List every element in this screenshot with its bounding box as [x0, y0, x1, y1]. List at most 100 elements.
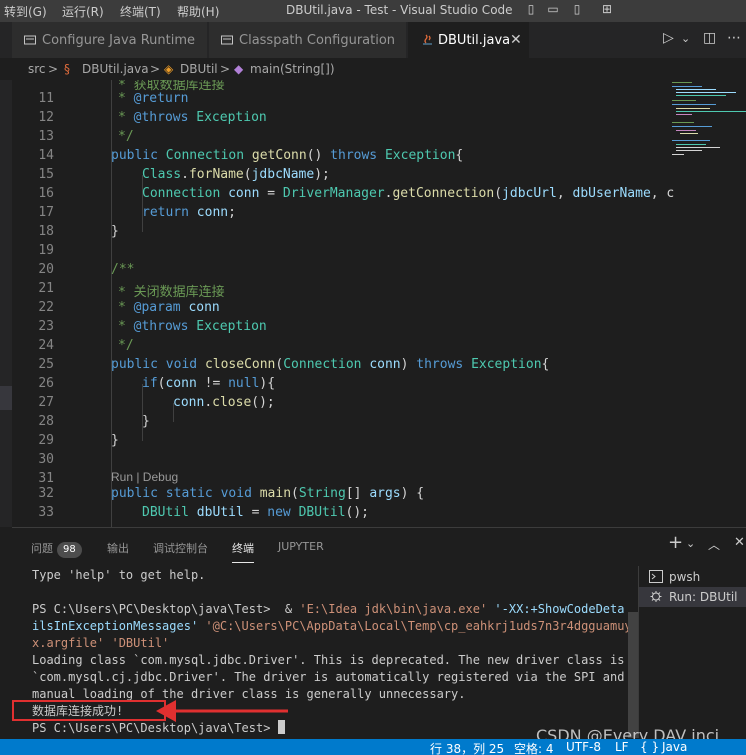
breadcrumb: src > § DBUtil.java > ◈ DBUtil > ◆ main(… — [0, 58, 746, 80]
chevron-right-icon: > — [48, 62, 59, 76]
terminal-line: Type 'help' to get help. — [32, 568, 206, 582]
terminal-item-run-dbutil[interactable]: Run: DBUtil — [639, 587, 746, 607]
minimap-line — [676, 150, 702, 151]
toggle-secondary-icon[interactable]: ▯ — [570, 2, 584, 16]
line-number: 17 — [38, 205, 54, 220]
minimap-line — [676, 114, 692, 115]
indent-guide — [142, 384, 143, 441]
menu-goto[interactable]: 转到(G) — [4, 3, 47, 20]
toggle-sidebar-icon[interactable]: ▯ — [524, 2, 538, 16]
tab-label: DBUtil.java — [438, 33, 511, 48]
cursor-position[interactable]: 行 38，列 25 — [430, 740, 504, 755]
code-line-18: return conn; — [142, 205, 236, 220]
code-line-29: } — [142, 414, 150, 429]
line-number: 22 — [38, 300, 54, 315]
breadcrumb-item-method[interactable]: main(String[]) — [250, 62, 335, 76]
minimap-line — [676, 89, 716, 90]
chevron-up-icon[interactable]: ︿ — [708, 536, 720, 553]
breadcrumb-item-class[interactable]: DBUtil — [180, 62, 218, 76]
problems-count-badge: 98 — [57, 542, 82, 558]
minimap-line — [676, 92, 736, 93]
menu-run[interactable]: 运行(R) — [62, 3, 104, 20]
terminal-list: pwsh Run: DBUtil — [638, 566, 746, 738]
tab-classpath-configuration[interactable]: Classpath Configuration — [209, 22, 407, 58]
terminal-line: Loading class `com.mysql.jdbc.Driver'. T… — [32, 653, 625, 667]
split-editor-icon[interactable]: ◫ — [703, 30, 716, 46]
terminal-item-label: pwsh — [669, 570, 701, 584]
add-terminal-icon[interactable]: + — [668, 532, 683, 553]
chevron-down-icon[interactable]: ⌄ — [686, 537, 695, 550]
more-icon[interactable]: ⋯ — [727, 30, 741, 46]
debug-gear-icon — [650, 591, 662, 602]
annotation-arrow-icon — [156, 700, 288, 722]
end-of-line[interactable]: LF — [615, 740, 629, 754]
code-line-28: conn.close(); — [173, 395, 275, 410]
toggle-panel-icon[interactable]: ▭ — [546, 2, 560, 16]
line-number: 28 — [38, 414, 54, 429]
line-number: 18 — [38, 224, 54, 239]
tab-problems[interactable]: 问题 98 — [31, 540, 82, 558]
menu-terminal[interactable]: 终端(T) — [120, 3, 161, 20]
chevron-right-icon: > — [220, 62, 231, 76]
code-line-17: Connection conn = DriverManager.getConne… — [142, 186, 675, 201]
layout-icon[interactable]: ⊞ — [600, 2, 614, 16]
close-panel-icon[interactable]: ✕ — [734, 535, 745, 550]
code-line-27: if(conn != null){ — [142, 376, 276, 391]
tab-configure-java-runtime[interactable]: Configure Java Runtime — [12, 22, 208, 58]
tab-dbutil-java[interactable]: DBUtil.java ✕ — [408, 22, 530, 58]
minimap-line — [676, 130, 696, 131]
minimap-line — [672, 126, 712, 127]
tab-output[interactable]: 输出 — [107, 540, 129, 556]
line-number: 15 — [38, 167, 54, 182]
indentation[interactable]: 空格: 4 — [514, 740, 554, 755]
line-number: 13 — [38, 129, 54, 144]
line-number: 11 — [38, 91, 54, 106]
braces-icon[interactable]: { } — [640, 740, 659, 754]
code-line-25: */ — [118, 338, 134, 353]
menu-help[interactable]: 帮助(H) — [177, 3, 219, 20]
code-editor[interactable]: 11 12 13 14 15 16 17 18 19 20 21 22 23 2… — [12, 80, 746, 527]
breadcrumb-item-file[interactable]: DBUtil.java — [82, 62, 149, 76]
code-line-14: */ — [118, 129, 134, 144]
active-indicator — [0, 386, 12, 410]
line-number: 26 — [38, 376, 54, 391]
status-bar: 行 38，列 25 空格: 4 UTF-8 LF { } Java — [0, 739, 746, 755]
panel-tab-bar: 问题 98 输出 调试控制台 终端 JUPYTER + ⌄ ︿ ✕ — [12, 528, 746, 566]
method-icon: ◆ — [234, 62, 244, 76]
line-number: 25 — [38, 357, 54, 372]
close-icon[interactable]: ✕ — [510, 32, 522, 48]
minimap-line — [672, 154, 684, 155]
code-line-16: Class.forName(jdbcName); — [142, 167, 330, 182]
code-line-33: DBUtil dbUtil = new DBUtil(); — [142, 505, 370, 520]
code-line-21: /** — [111, 262, 135, 277]
minimap-line — [672, 100, 696, 101]
tab-debug-console[interactable]: 调试控制台 — [153, 540, 208, 556]
annotation-highlight-box — [12, 700, 166, 721]
tab-jupyter[interactable]: JUPYTER — [278, 540, 324, 553]
class-icon: ◈ — [164, 62, 174, 76]
minimap-line — [676, 147, 720, 148]
tab-terminal[interactable]: 终端 — [232, 540, 254, 563]
line-number: 19 — [38, 243, 54, 258]
codelens-run-debug[interactable]: Run | Debug — [111, 470, 178, 484]
line-number: 30 — [38, 452, 54, 467]
minimap[interactable] — [668, 80, 746, 180]
tab-label: Configure Java Runtime — [42, 33, 196, 48]
run-icon[interactable]: ▷ — [663, 30, 674, 46]
language-mode[interactable]: Java — [662, 740, 687, 754]
encoding[interactable]: UTF-8 — [566, 740, 601, 754]
activity-strip — [0, 80, 12, 527]
breadcrumb-item-src[interactable]: src — [28, 62, 46, 76]
terminal-line: x.argfile' 'DBUtil' — [32, 636, 170, 650]
minimap-line — [680, 133, 698, 134]
terminal-line: ilsInExceptionMessages' '@C:\Users\PC\Ap… — [32, 619, 639, 633]
chevron-down-icon[interactable]: ⌄ — [681, 32, 690, 45]
line-number: 14 — [38, 148, 54, 163]
terminal-item-pwsh[interactable]: pwsh — [639, 567, 746, 587]
line-number: 32 — [38, 486, 54, 501]
terminal-scrollbar[interactable] — [628, 612, 638, 738]
code-line-30: } — [111, 433, 119, 448]
minimap-line — [676, 111, 746, 112]
terminal-item-label: Run: DBUtil — [669, 590, 738, 604]
code-line-22: * 关闭数据库连接 — [118, 285, 225, 300]
